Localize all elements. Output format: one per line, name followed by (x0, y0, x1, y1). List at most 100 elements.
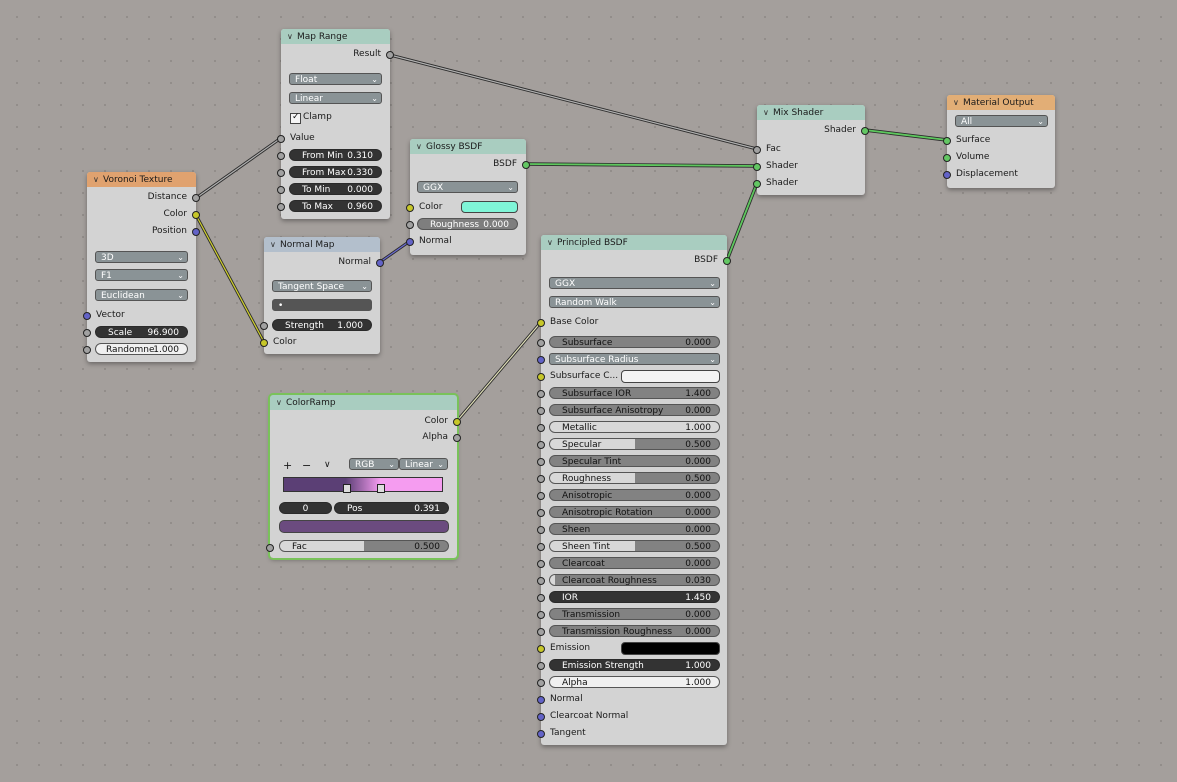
socket-output-distance[interactable] (192, 194, 200, 202)
node-header[interactable]: ∨ Material Output (947, 95, 1055, 110)
stop-color-swatch[interactable] (279, 520, 449, 533)
subsurface-radius-dropdown[interactable]: Subsurface Radius ⌄ (549, 353, 720, 365)
socket-input-color[interactable] (260, 339, 268, 347)
socket-input-surface[interactable] (943, 137, 951, 145)
randomness-field[interactable]: Randomne 1.000 (95, 343, 188, 355)
collapse-icon[interactable]: ∨ (547, 235, 557, 250)
scale-field[interactable]: Scale 96.900 (95, 326, 188, 338)
socket-input-strength[interactable] (260, 322, 268, 330)
socket-input-tangent[interactable] (537, 730, 545, 738)
socket-input-subsurface-anisotropy[interactable] (537, 407, 545, 415)
transmission-field[interactable]: Transmission 0.000 (549, 608, 720, 620)
space-dropdown[interactable]: Tangent Space ⌄ (272, 280, 372, 292)
socket-input-subsurface-color[interactable] (537, 373, 545, 381)
socket-input-specular[interactable] (537, 441, 545, 449)
socket-input-emission-strength[interactable] (537, 662, 545, 670)
emission-color-swatch[interactable] (621, 642, 720, 655)
collapse-icon[interactable]: ∨ (93, 172, 103, 187)
subsurface-method-dropdown[interactable]: Random Walk ⌄ (549, 296, 720, 308)
node-header[interactable]: ∨ Voronoi Texture (87, 172, 196, 187)
add-stop-button[interactable]: + (283, 459, 292, 472)
socket-input-fac[interactable] (753, 146, 761, 154)
metric-dropdown[interactable]: Euclidean ⌄ (95, 289, 188, 301)
node-glossy-bsdf[interactable]: ∨ Glossy BSDF BSDF GGX ⌄ Color Roughness 0.… (406, 139, 530, 255)
collapse-icon[interactable]: ∨ (763, 105, 773, 120)
node-voronoi-texture[interactable]: ∨ Voronoi Texture Distance Color Position… (83, 172, 200, 362)
socket-input-ior[interactable] (537, 594, 545, 602)
socket-output-alpha[interactable] (453, 434, 461, 442)
socket-input-anisotropic[interactable] (537, 492, 545, 500)
data-type-dropdown[interactable]: Float ⌄ (289, 73, 382, 85)
node-normal-map[interactable]: ∨ Normal Map Normal Tangent Space ⌄ • Stre… (260, 237, 384, 354)
node-mix-shader[interactable]: ∨ Mix Shader Shader Fac Shader Shader (753, 105, 869, 195)
link-colorramp-color-to-principled-basecolor[interactable] (455, 321, 543, 422)
node-header[interactable]: ∨ Principled BSDF (541, 235, 727, 250)
color-swatch[interactable] (461, 201, 518, 213)
socket-input-normal[interactable] (406, 238, 414, 246)
ior-field[interactable]: IOR 1.450 (549, 591, 720, 603)
roughness-field[interactable]: Roughness 0.000 (417, 218, 518, 230)
collapse-icon[interactable]: ∨ (287, 29, 297, 44)
socket-input-subsurface-ior[interactable] (537, 390, 545, 398)
subsurface-ior-field[interactable]: Subsurface IOR 1.400 (549, 387, 720, 399)
collapse-icon[interactable]: ∨ (953, 95, 963, 110)
socket-input-from-min[interactable] (277, 152, 285, 160)
socket-input-clearcoat-roughness[interactable] (537, 577, 545, 585)
socket-input-to-max[interactable] (277, 203, 285, 211)
socket-input-subsurface[interactable] (537, 339, 545, 347)
node-header[interactable]: ∨ ColorRamp (270, 395, 457, 410)
specular-field[interactable]: Specular 0.500 (549, 438, 720, 450)
socket-input-transmission-roughness[interactable] (537, 628, 545, 636)
socket-input-shader-1[interactable] (753, 163, 761, 171)
socket-output-normal[interactable] (376, 259, 384, 267)
socket-input-vector[interactable] (83, 312, 91, 320)
socket-input-alpha[interactable] (537, 679, 545, 687)
subsurface-color-color-swatch[interactable] (621, 370, 720, 383)
dimensions-dropdown[interactable]: 3D ⌄ (95, 251, 188, 263)
sheen-field[interactable]: Sheen 0.000 (549, 523, 720, 535)
more-options-button[interactable]: ∨ (324, 460, 331, 470)
to-max-field[interactable]: To Max 0.960 (289, 200, 382, 212)
link-principled-bsdf-to-mix-shader2[interactable] (725, 182, 759, 261)
socket-input-base-color[interactable] (537, 319, 545, 327)
node-map-range[interactable]: ∨ Map Range Result Float ⌄ Linear ⌄ ✓ Clamp… (277, 29, 394, 219)
interpolation-dropdown[interactable]: Linear ⌄ (399, 458, 448, 470)
socket-input-value[interactable] (277, 135, 285, 143)
socket-input-normal[interactable] (537, 696, 545, 704)
socket-output-position[interactable] (192, 228, 200, 236)
sheen-tint-field[interactable]: Sheen Tint 0.500 (549, 540, 720, 552)
anisotropic-field[interactable]: Anisotropic 0.000 (549, 489, 720, 501)
collapse-icon[interactable]: ∨ (416, 139, 426, 154)
socket-input-anisotropic-rotation[interactable] (537, 509, 545, 517)
alpha-field[interactable]: Alpha 1.000 (549, 676, 720, 688)
socket-input-sheen[interactable] (537, 526, 545, 534)
socket-input-randomness[interactable] (83, 346, 91, 354)
color-mode-dropdown[interactable]: RGB ⌄ (349, 458, 399, 470)
target-dropdown[interactable]: All ⌄ (955, 115, 1048, 127)
link-normalmap-normal-to-glossy-normal[interactable] (379, 239, 411, 264)
socket-output-bsdf[interactable] (522, 161, 530, 169)
remove-stop-button[interactable]: − (302, 459, 311, 472)
socket-output-color[interactable] (453, 418, 461, 426)
strength-field[interactable]: Strength 1.000 (272, 319, 372, 331)
to-min-field[interactable]: To Min 0.000 (289, 183, 382, 195)
uv-map-field[interactable]: • (272, 299, 372, 311)
link-voronoi-color-to-normalmap-color[interactable] (194, 214, 266, 343)
socket-input-transmission[interactable] (537, 611, 545, 619)
position-field[interactable]: Pos 0.391 (334, 502, 449, 514)
distribution-dropdown[interactable]: GGX ⌄ (417, 181, 518, 193)
socket-input-from-max[interactable] (277, 169, 285, 177)
stop-index-field[interactable]: 0 (279, 502, 332, 514)
socket-input-roughness[interactable] (537, 475, 545, 483)
anisotropic-rotation-field[interactable]: Anisotropic Rotation 0.000 (549, 506, 720, 518)
socket-input-metallic[interactable] (537, 424, 545, 432)
socket-input-sheen-tint[interactable] (537, 543, 545, 551)
node-material-output[interactable]: ∨ Material Output All ⌄ Surface Volume Dis… (943, 95, 1055, 188)
socket-output-result[interactable] (386, 51, 394, 59)
socket-output-bsdf[interactable] (723, 257, 731, 265)
socket-input-volume[interactable] (943, 154, 951, 162)
socket-input-shader-2[interactable] (753, 180, 761, 188)
socket-input-scale[interactable] (83, 329, 91, 337)
feature-dropdown[interactable]: F1 ⌄ (95, 269, 188, 281)
transmission-roughness-field[interactable]: Transmission Roughness 0.000 (549, 625, 720, 637)
